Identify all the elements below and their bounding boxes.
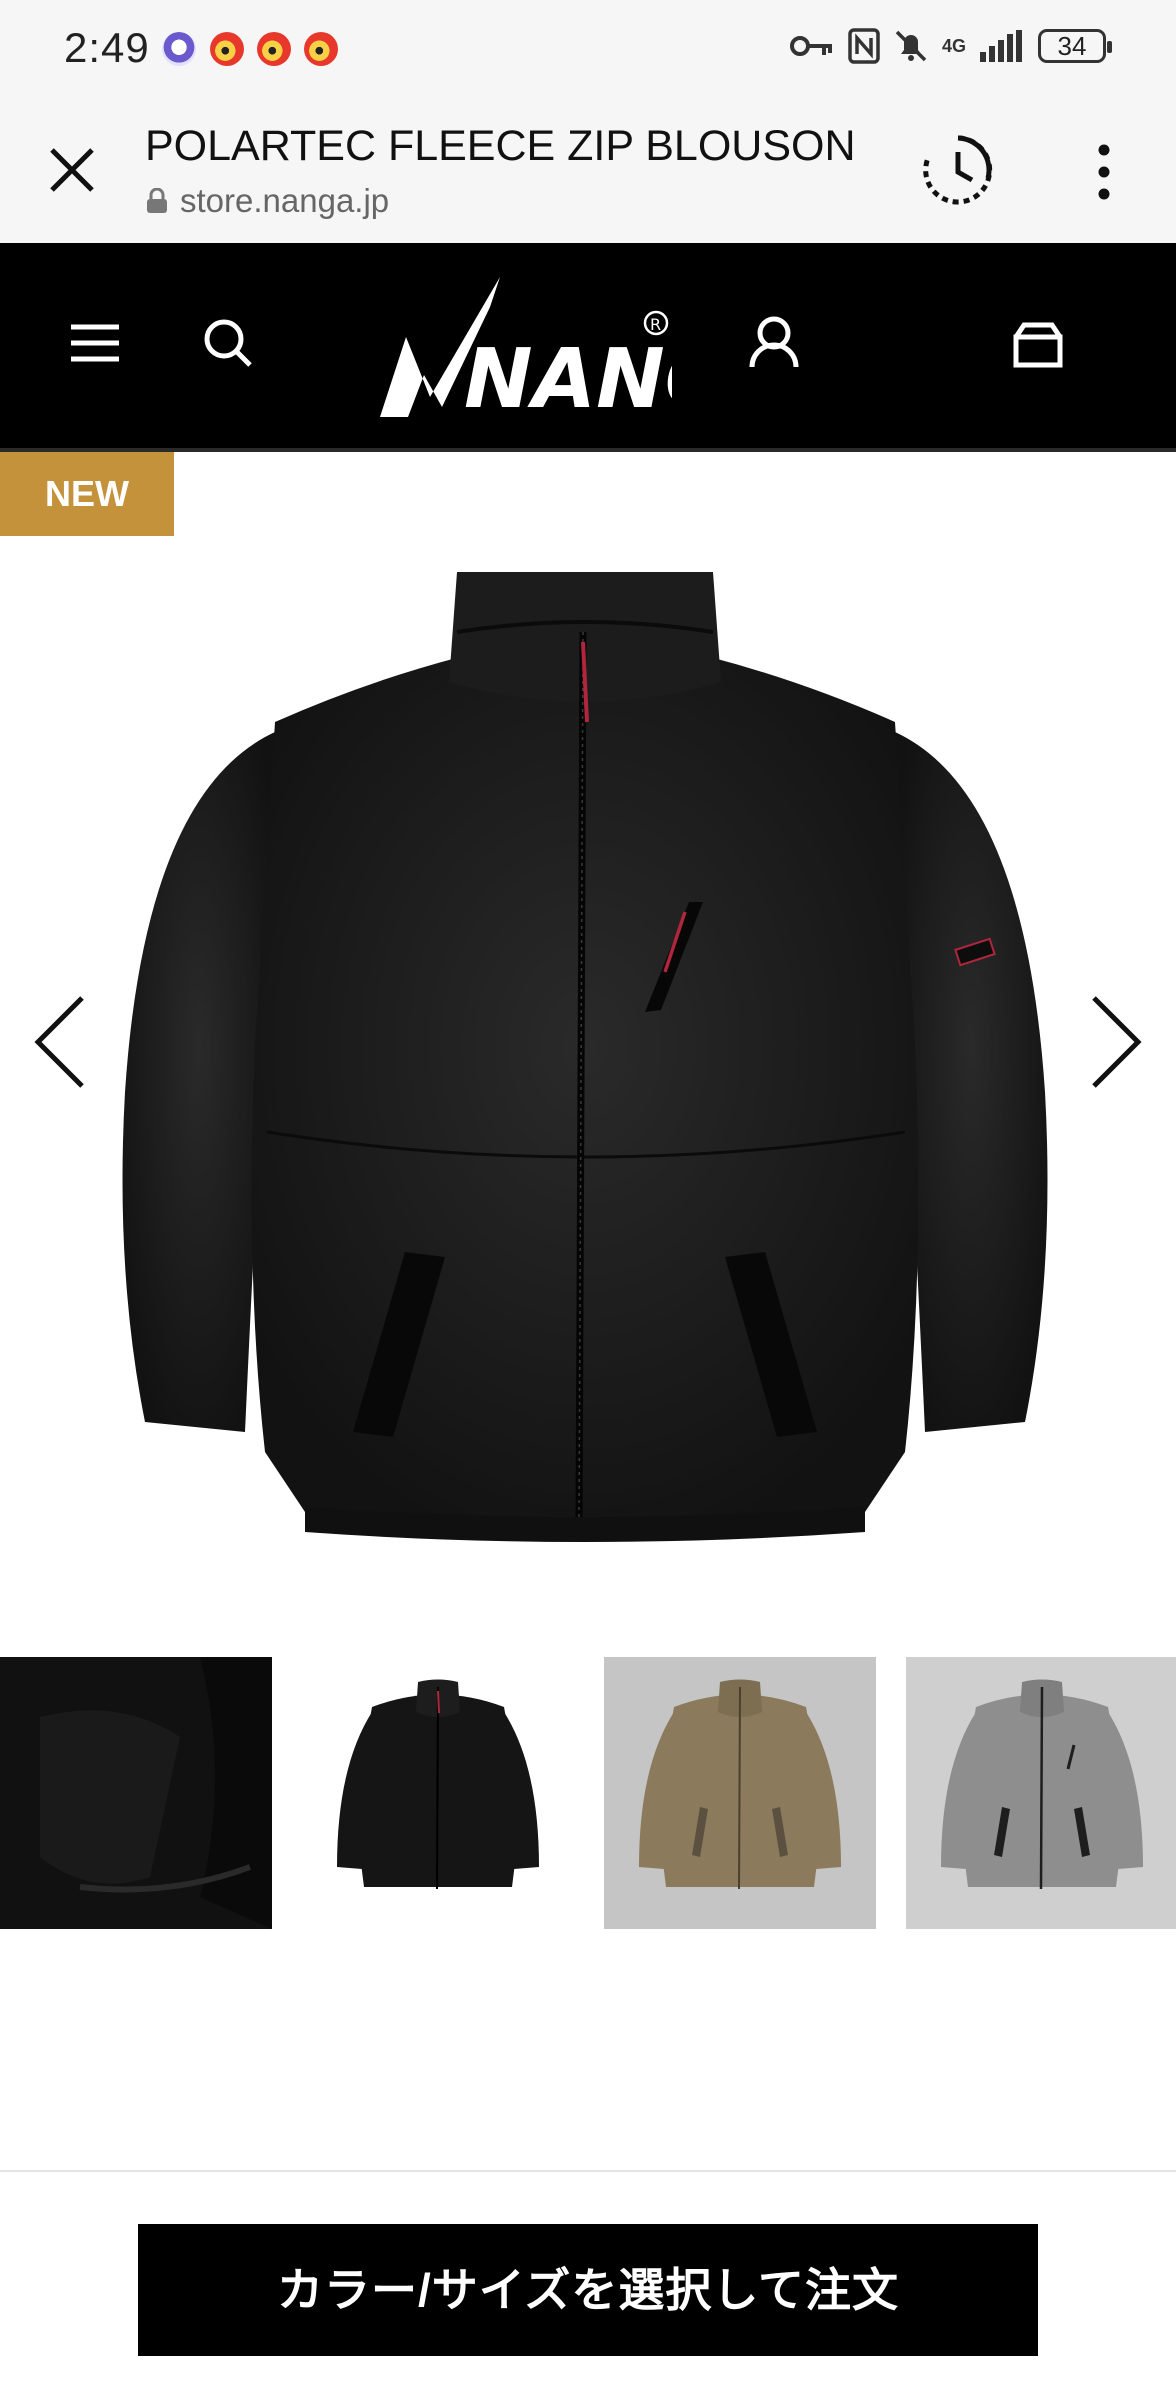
close-icon[interactable] xyxy=(40,138,104,202)
svg-text:R: R xyxy=(650,315,661,334)
browser-toolbar: POLARTEC FLEECE ZIP BLOUSON store.nanga.… xyxy=(0,100,1176,243)
menu-icon[interactable] xyxy=(55,303,135,383)
new-badge: NEW xyxy=(0,452,174,536)
status-bar: 2:49 4G 34 xyxy=(0,0,1176,100)
select-color-size-order-button[interactable]: カラー/サイズを選択して注文 xyxy=(138,2224,1038,2356)
thumbnail-coyote[interactable] xyxy=(604,1657,876,1929)
next-arrow-icon[interactable] xyxy=(1074,982,1154,1102)
bottom-action-bar: カラー/サイズを選択して注文 xyxy=(0,2170,1176,2400)
vpn-key-icon xyxy=(789,36,832,56)
status-time: 2:49 xyxy=(64,24,150,71)
cart-icon[interactable] xyxy=(998,303,1078,383)
page-url[interactable]: store.nanga.jp xyxy=(180,182,389,220)
product-main-image xyxy=(122,572,1048,1542)
network-type: 4G xyxy=(941,36,966,56)
thumbnail-gray[interactable] xyxy=(906,1657,1176,1929)
account-icon[interactable] xyxy=(734,303,814,383)
product-gallery[interactable]: NEW xyxy=(0,452,1176,1610)
brand-name: NANGA xyxy=(464,332,672,427)
page-title: POLARTEC FLEECE ZIP BLOUSON xyxy=(145,122,856,170)
thumbnail-detail[interactable] xyxy=(0,1657,272,1929)
nfc-icon xyxy=(848,28,880,64)
search-icon[interactable] xyxy=(188,303,268,383)
brand-logo[interactable]: NANGA R xyxy=(372,267,672,427)
weibo-notification-icon xyxy=(257,32,291,66)
lock-icon xyxy=(147,188,167,213)
site-header: NANGA R xyxy=(0,243,1176,448)
thumbnail-black[interactable] xyxy=(302,1657,574,1929)
history-icon[interactable] xyxy=(918,130,998,210)
weibo-notification-icon xyxy=(210,32,244,66)
more-menu-icon[interactable] xyxy=(1080,140,1128,204)
signal-icon xyxy=(980,30,1022,62)
mute-bell-icon xyxy=(895,30,927,62)
app-notification-icon xyxy=(162,32,196,66)
prev-arrow-icon[interactable] xyxy=(22,982,102,1102)
thumbnail-strip xyxy=(0,1657,1176,1929)
battery-indicator: 34 xyxy=(1038,29,1112,63)
weibo-notification-icon xyxy=(304,32,338,66)
